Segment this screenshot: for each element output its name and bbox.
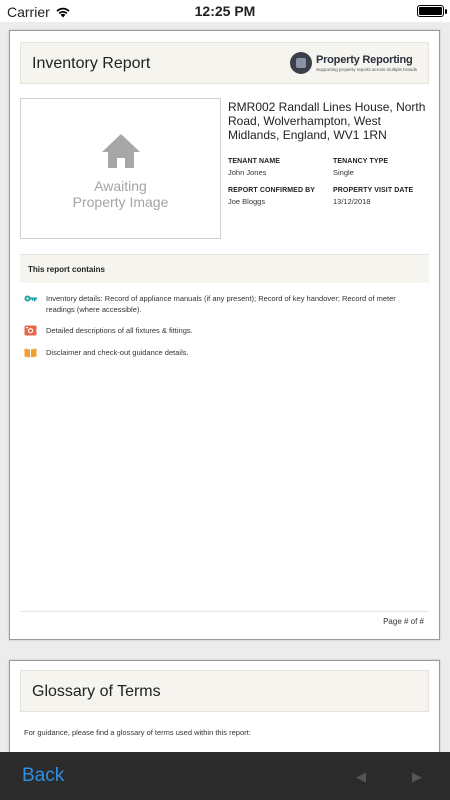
report-confirmed-value: Joe Bloggs — [228, 197, 266, 206]
clock: 12:25 PM — [194, 3, 256, 19]
awaiting-line-2: Property Image — [72, 194, 169, 210]
brand-logo: Property Reporting Supporting property r… — [289, 52, 417, 74]
tenant-name-value: John Jones — [228, 168, 267, 177]
page-header: Glossary of Terms — [20, 670, 429, 712]
report-confirmed-label: REPORT CONFIRMED BY — [228, 187, 316, 194]
list-item: Detailed descriptions of all fixtures & … — [24, 325, 424, 336]
previous-page-button[interactable]: ◀ — [356, 769, 371, 784]
visit-date-field: PROPERTY VISIT DATE 13/12/2018 — [333, 187, 413, 206]
tenancy-type-field: TENANCY TYPE Single — [333, 158, 388, 177]
list-item: Inventory details: Record of appliance m… — [24, 293, 424, 315]
contains-item-text: Inventory details: Record of appliance m… — [46, 294, 396, 314]
tenant-name-label: TENANT NAME — [228, 158, 281, 165]
camera-icon — [24, 325, 37, 336]
report-scroll-view[interactable]: Inventory Report Property Reporting Supp… — [0, 22, 450, 752]
list-item: Disclaimer and check-out guidance detail… — [24, 347, 424, 358]
page-header: Inventory Report Property Reporting Supp… — [20, 42, 429, 84]
house-icon — [102, 134, 140, 168]
book-icon — [24, 348, 37, 358]
back-button[interactable]: Back — [22, 765, 64, 787]
battery-icon — [417, 5, 447, 17]
page-number: Page # of # — [383, 617, 424, 626]
next-page-button[interactable]: ▶ — [412, 769, 427, 784]
report-contains-title: This report contains — [28, 265, 105, 274]
key-icon — [24, 295, 37, 302]
footer-divider — [20, 611, 429, 612]
page-title: Inventory Report — [32, 55, 151, 72]
glossary-intro: For guidance, please find a glossary of … — [24, 728, 251, 737]
contains-item-text: Detailed descriptions of all fixtures & … — [46, 326, 193, 335]
visit-date-value: 13/12/2018 — [333, 197, 371, 206]
contains-item-text: Disclaimer and check-out guidance detail… — [46, 348, 189, 357]
visit-date-label: PROPERTY VISIT DATE — [333, 187, 414, 194]
tenant-name-field: TENANT NAME John Jones — [228, 158, 280, 177]
report-confirmed-field: REPORT CONFIRMED BY Joe Bloggs — [228, 187, 315, 206]
awaiting-line-1: Awaiting — [94, 178, 147, 194]
bottom-toolbar: Back ◀ ▶ — [0, 752, 450, 800]
property-address: RMR002 Randall Lines House, North Road, … — [228, 100, 426, 142]
report-contains-header: This report contains — [20, 254, 429, 283]
status-bar: Carrier 12:25 PM — [0, 0, 450, 22]
glossary-title: Glossary of Terms — [32, 683, 161, 700]
awaiting-image-text: Awaiting Property Image — [21, 178, 220, 210]
report-page-2: Glossary of Terms For guidance, please f… — [9, 660, 440, 752]
tenancy-type-label: TENANCY TYPE — [333, 158, 389, 165]
brand-name: Property Reporting — [315, 54, 413, 66]
brand-mark-icon — [289, 52, 312, 74]
tenancy-type-value: Single — [333, 168, 354, 177]
property-image-placeholder: Awaiting Property Image — [20, 98, 221, 239]
brand-tagline: Supporting property reports across multi… — [315, 67, 417, 72]
report-page-1: Inventory Report Property Reporting Supp… — [9, 30, 440, 640]
